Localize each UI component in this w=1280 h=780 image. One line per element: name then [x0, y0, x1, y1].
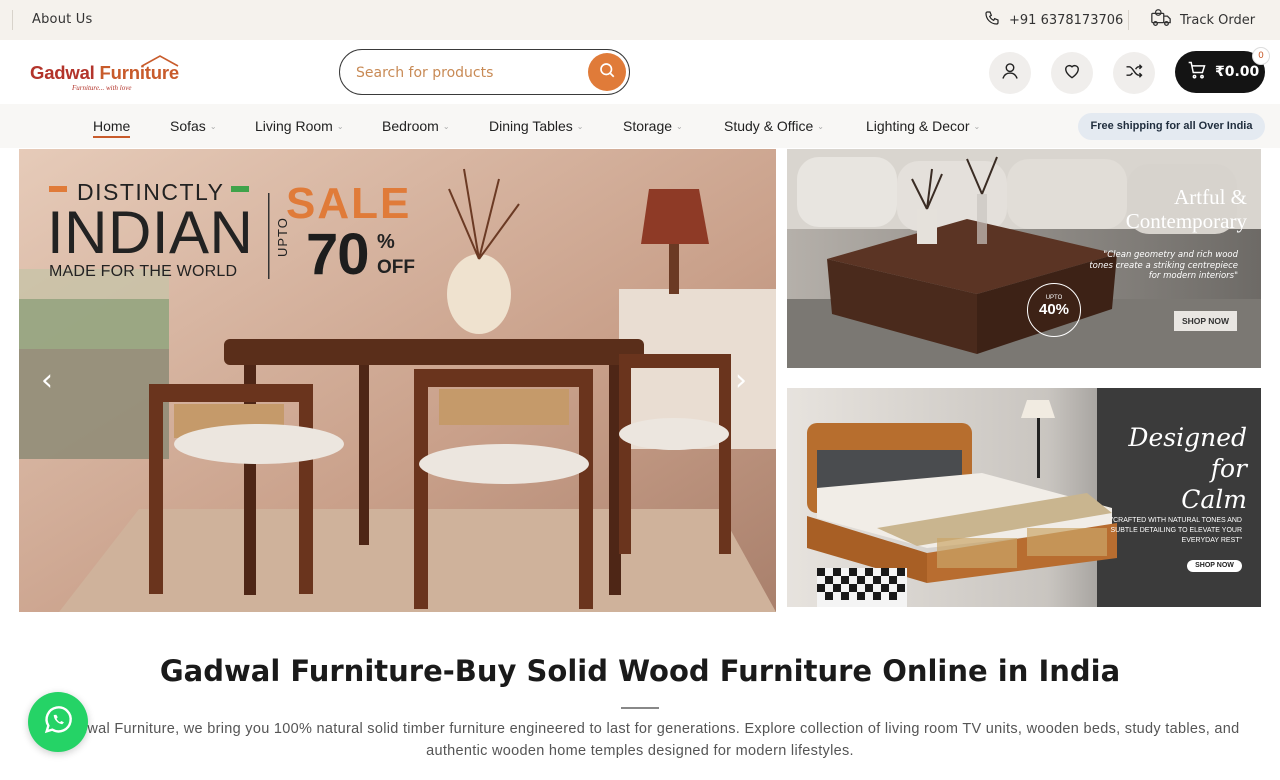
artful-title-line1: Artful &	[1174, 185, 1247, 209]
nav-item-home[interactable]: Home	[93, 118, 131, 138]
nav-item-label: Sofas	[170, 118, 206, 134]
hero-off: OFF	[377, 257, 415, 278]
chevron-down-icon: ⌄	[973, 121, 981, 131]
hero-banner-artful[interactable]: Artful & Contemporary "Clean geometry and…	[787, 149, 1261, 368]
header: Gadwal Furniture Furniture... with love …	[0, 40, 1280, 104]
topbar-divider	[1128, 10, 1129, 30]
whatsapp-button[interactable]	[28, 692, 88, 752]
chevron-down-icon: ⌄	[676, 121, 683, 131]
calm-title-line1: Designed for	[1128, 423, 1247, 483]
banner-artful-desc: "Clean geometry and rich wood tones crea…	[1089, 250, 1238, 281]
nav-item-storage[interactable]: Storage ⌄	[623, 118, 683, 134]
discount-value: 40%	[1038, 301, 1070, 318]
chevron-down-icon: ⌄	[442, 121, 450, 131]
wishlist-button[interactable]	[1051, 52, 1093, 94]
banner-calm-desc: "CRAFTED WITH NATURAL TONES AND SUBTLE D…	[1110, 517, 1242, 544]
roof-icon	[141, 55, 179, 67]
nav-item-living-room[interactable]: Living Room ⌄	[255, 118, 344, 134]
banner-calm-title: Designed for Calm	[1107, 422, 1247, 515]
hero-percent-sign: %	[377, 231, 395, 253]
free-shipping-badge: Free shipping for all Over India	[1078, 113, 1265, 140]
heart-icon	[1062, 61, 1082, 85]
section-title: Gadwal Furniture-Buy Solid Wood Furnitur…	[159, 654, 1121, 688]
chevron-down-icon: ⌄	[336, 121, 344, 131]
slider-prev-icon[interactable]: ‹	[41, 363, 53, 398]
track-order-link[interactable]: Track Order	[1150, 8, 1255, 32]
calm-title-line2: Calm	[1181, 485, 1247, 514]
logo-tagline: Furniture... with love	[72, 84, 132, 92]
track-order-label: Track Order	[1180, 12, 1256, 28]
discount-badge: UPTO 40%	[1027, 283, 1081, 337]
nav-item-label: Lighting & Decor	[866, 118, 970, 134]
search-button[interactable]	[588, 53, 626, 91]
hero-line-indian: INDIAN	[47, 199, 254, 266]
account-button[interactable]	[989, 52, 1031, 94]
cart-count-badge: 0	[1252, 47, 1270, 65]
search-input[interactable]	[356, 61, 576, 85]
chevron-down-icon: ⌄	[817, 121, 824, 131]
hero-upto: UPTO	[275, 217, 290, 257]
main-nav: Home Sofas ⌄ Living Room ⌄ Bedroom ⌄ Dining…	[0, 104, 1280, 148]
user-icon	[1000, 61, 1020, 85]
shop-now-button[interactable]: SHOP NOW	[1187, 560, 1242, 572]
hero-banner-main[interactable]: DISTINCTLY INDIAN MADE FOR THE WORLD SAL…	[19, 149, 776, 612]
compare-button[interactable]	[1113, 52, 1155, 94]
cart-total: ₹0.00	[1215, 64, 1260, 80]
shuffle-icon	[1124, 61, 1144, 85]
search-bar	[339, 49, 630, 95]
site-logo[interactable]: Gadwal Furniture Furniture... with love	[30, 54, 205, 94]
banner-artful-title: Artful & Contemporary	[1087, 185, 1247, 233]
nav-item-study-office[interactable]: Study & Office ⌄	[724, 118, 824, 134]
artful-title-line2: Contemporary	[1125, 209, 1247, 233]
section-paragraph: At Gadwal Furniture, we bring you 100% n…	[40, 721, 1240, 759]
nav-item-label: Living Room	[255, 118, 333, 134]
nav-item-label: Storage	[623, 118, 673, 134]
nav-item-label: Home	[93, 118, 131, 138]
chevron-down-icon: ⌄	[576, 121, 584, 131]
top-bar: About Us +91 6378173706 Track Order	[0, 0, 1280, 40]
title-divider	[621, 707, 659, 709]
hero-percent: 70	[306, 222, 370, 287]
chevron-down-icon: ⌄	[209, 121, 217, 131]
nav-item-label: Dining Tables	[489, 118, 573, 134]
nav-item-dining-tables[interactable]: Dining Tables ⌄	[489, 118, 584, 134]
cart-icon	[1187, 60, 1207, 84]
logo-name-main: Gadwal	[30, 62, 100, 83]
phone-number: +91 6378173706	[1009, 12, 1124, 28]
about-us-link[interactable]: About Us	[12, 10, 92, 30]
search-icon	[598, 61, 616, 83]
phone-icon	[984, 10, 1000, 30]
nav-item-label: Bedroom	[382, 118, 439, 134]
delivery-truck-icon	[1150, 7, 1172, 33]
slider-next-icon[interactable]: ›	[735, 363, 747, 398]
nav-item-bedroom[interactable]: Bedroom ⌄	[382, 118, 450, 134]
phone-contact[interactable]: +91 6378173706	[984, 10, 1123, 30]
hero-banner-calm[interactable]: Designed for Calm "CRAFTED WITH NATURAL T…	[787, 388, 1261, 607]
shop-now-button[interactable]: SHOP NOW	[1174, 311, 1237, 331]
nav-item-lighting-decor[interactable]: Lighting & Decor ⌄	[866, 118, 980, 134]
nav-item-label: Study & Office	[724, 118, 814, 134]
nav-item-sofas[interactable]: Sofas ⌄	[170, 118, 217, 134]
whatsapp-icon	[41, 703, 75, 741]
hero-line-made: MADE FOR THE WORLD	[49, 263, 238, 280]
